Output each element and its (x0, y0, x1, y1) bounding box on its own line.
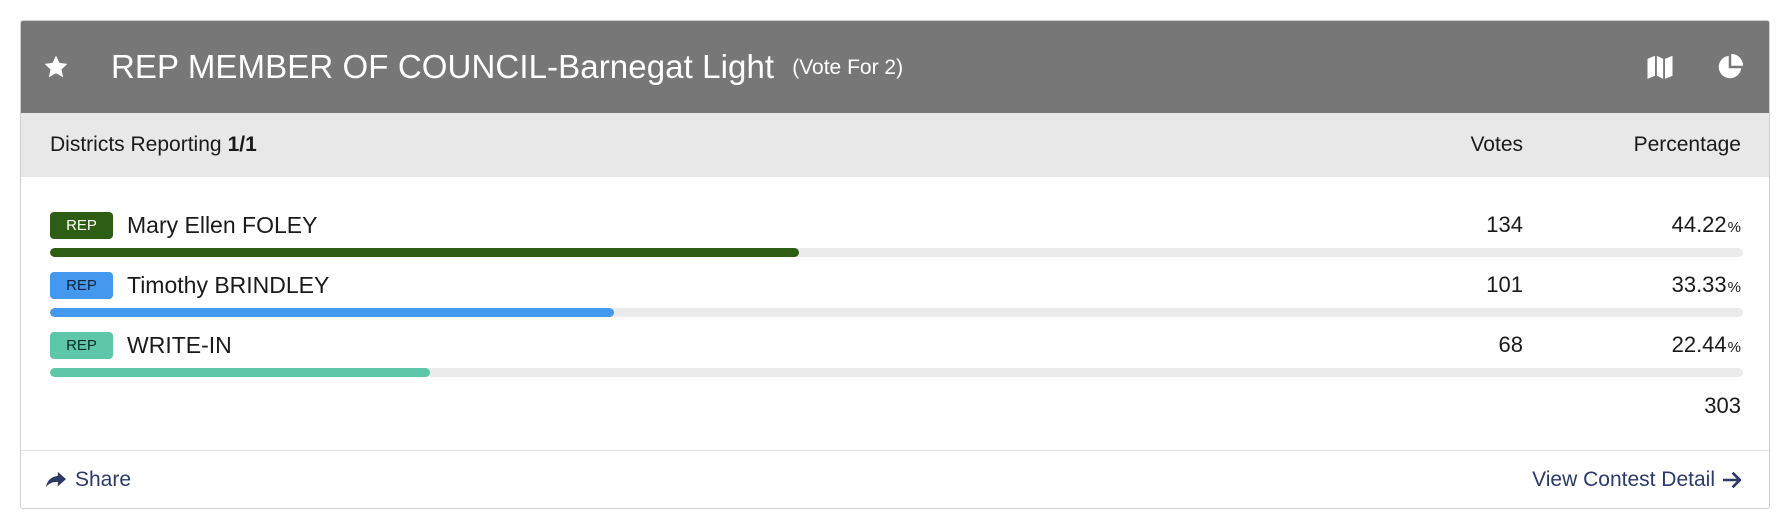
percentage-value: 44.22 (1671, 212, 1727, 237)
candidate-name: WRITE-IN (127, 331, 232, 358)
vote-bar-fill (50, 368, 430, 377)
candidate-list: REP Mary Ellen FOLEY 134 44.22% REP Timo… (21, 177, 1769, 441)
contest-title: REP MEMBER OF COUNCIL-Barnegat Light (111, 48, 775, 85)
percentage-value: 22.44 (1671, 332, 1727, 357)
total-votes-row: 303 (50, 391, 1741, 441)
vote-bar-fill (50, 248, 799, 257)
vote-for-label: (Vote For 2) (792, 56, 904, 79)
candidate-name: Mary Ellen FOLEY (127, 211, 318, 238)
pie-chart-icon[interactable] (1713, 50, 1747, 84)
percent-symbol: % (1727, 339, 1741, 356)
view-contest-detail-label: View Contest Detail (1532, 467, 1715, 491)
share-label: Share (75, 467, 132, 491)
star-icon[interactable] (41, 52, 71, 82)
candidate-votes: 101 (1486, 272, 1523, 297)
districts-reporting-value: 1/1 (227, 133, 257, 156)
share-button[interactable]: Share (45, 468, 131, 492)
contest-footer: Share View Contest Detail (21, 450, 1769, 508)
vote-bar-track (50, 308, 1743, 317)
vote-bar-track (50, 248, 1743, 257)
candidate-percentage: 33.33% (1523, 272, 1741, 298)
candidate-votes: 134 (1486, 212, 1523, 237)
map-icon[interactable] (1643, 50, 1677, 84)
votes-column-header: Votes (1470, 133, 1523, 156)
view-contest-detail-link[interactable]: View Contest Detail (1532, 468, 1741, 492)
party-badge: REP (50, 331, 113, 359)
candidate-votes: 68 (1498, 332, 1523, 357)
districts-reporting-label: Districts Reporting (50, 133, 222, 156)
percentage-column-header: Percentage (1633, 133, 1741, 156)
share-arrow-icon (46, 471, 66, 487)
results-column-header: Districts Reporting 1/1 Votes Percentage (21, 113, 1769, 177)
percentage-value: 33.33 (1671, 272, 1727, 297)
contest-card: REP MEMBER OF COUNCIL-Barnegat Light (Vo… (20, 20, 1770, 509)
party-badge: REP (50, 271, 113, 299)
percent-symbol: % (1727, 219, 1741, 236)
percent-symbol: % (1727, 279, 1741, 296)
total-votes: 303 (1704, 393, 1741, 418)
candidate-name: Timothy BRINDLEY (127, 271, 330, 298)
contest-header: REP MEMBER OF COUNCIL-Barnegat Light (Vo… (21, 21, 1769, 113)
candidate-percentage: 22.44% (1523, 332, 1741, 358)
vote-bar-track (50, 368, 1743, 377)
candidate-row: REP Mary Ellen FOLEY 134 44.22% (50, 211, 1743, 271)
vote-bar-fill (50, 308, 615, 317)
party-badge: REP (50, 211, 113, 239)
candidate-row: REP WRITE-IN 68 22.44% (50, 331, 1743, 391)
candidate-row: REP Timothy BRINDLEY 101 33.33% (50, 271, 1743, 331)
arrow-right-icon (1723, 471, 1741, 488)
candidate-percentage: 44.22% (1523, 212, 1741, 238)
